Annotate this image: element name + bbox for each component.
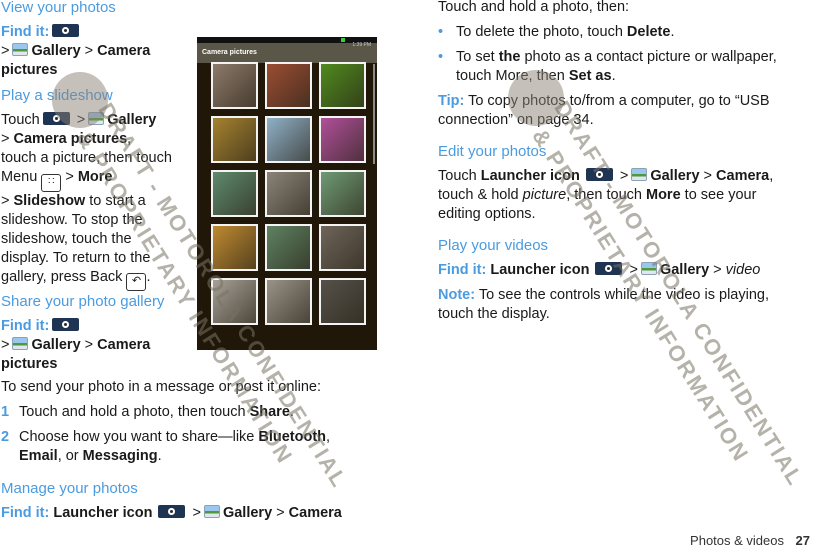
launcher-icon xyxy=(585,168,613,181)
find-it-share: Find it: > Gallery > Camera pictures xyxy=(1,318,151,372)
find-it-manage: Find it: Launcher icon > Gallery > Camera xyxy=(1,505,342,521)
heading-videos: Play your videos xyxy=(438,237,549,254)
find-it-video: Find it: Launcher icon > Gallery > video xyxy=(438,262,761,278)
battery-icon xyxy=(341,38,345,42)
photo-thumbnail-bird-statue[interactable] xyxy=(265,170,312,217)
find-it-view: Find it: > Gallery > Camera pictures xyxy=(1,24,151,78)
gallery-icon xyxy=(640,262,657,275)
gallery-icon xyxy=(12,337,29,350)
launcher-icon xyxy=(158,505,186,518)
scrollbar[interactable] xyxy=(373,64,375,164)
launcher-icon xyxy=(595,262,623,275)
slideshow-instructions: Touch > Gallery > Camera pictures, touch … xyxy=(1,111,196,291)
gallery-icon xyxy=(203,505,220,518)
back-key-icon: ↶ xyxy=(126,273,147,291)
photo-thumbnail-museum[interactable] xyxy=(265,278,312,325)
footer-section-title: Photos & videos xyxy=(690,533,784,548)
manage-intro: Touch and hold a photo, then: xyxy=(438,0,630,15)
app-title-bar: Camera pictures xyxy=(197,43,377,63)
gallery-icon xyxy=(88,112,105,125)
page-number: 27 xyxy=(795,533,810,548)
launcher-icon xyxy=(52,318,80,331)
photo-thumbnail-lake[interactable] xyxy=(265,116,312,163)
bullet-set-as: • To set the photo as a contact picture o… xyxy=(438,49,777,84)
photo-thumbnail-dinosaur-sign[interactable] xyxy=(211,224,258,271)
share-intro: To send your photo in a message or post … xyxy=(1,379,321,395)
share-step-1: 1 Touch and hold a photo, then touch Shar… xyxy=(1,404,294,420)
photo-thumbnail-colorful-fabric[interactable] xyxy=(319,116,366,163)
note-text: Note: To see the controls while the vide… xyxy=(438,287,769,322)
share-step-2: 2 Choose how you want to share—like Bluet… xyxy=(1,429,331,464)
thumbnail-grid xyxy=(211,62,366,325)
photo-thumbnail-fish[interactable] xyxy=(211,170,258,217)
photo-thumbnail-horse[interactable] xyxy=(211,62,258,109)
phone-screenshot-camera-pictures: 1:39 PM Camera pictures xyxy=(197,37,377,350)
photo-thumbnail-brick-building[interactable] xyxy=(265,62,312,109)
heading-edit: Edit your photos xyxy=(438,143,547,160)
photo-thumbnail-city-skyline[interactable] xyxy=(211,278,258,325)
launcher-icon xyxy=(52,24,80,37)
photo-thumbnail-polar-bear[interactable] xyxy=(265,224,312,271)
edit-instructions: Touch Launcher icon > Gallery > Camera, t… xyxy=(438,168,774,222)
photo-thumbnail-school-bus[interactable] xyxy=(211,116,258,163)
bullet-icon: • xyxy=(438,49,444,65)
launcher-icon xyxy=(42,112,70,125)
gallery-icon xyxy=(12,43,29,56)
photo-thumbnail-coin[interactable] xyxy=(319,278,366,325)
heading-share: Share your photo gallery xyxy=(1,293,165,310)
photo-thumbnail-brown-bear[interactable] xyxy=(319,224,366,271)
heading-slideshow: Play a slideshow xyxy=(1,87,113,104)
menu-key-icon: ∷ xyxy=(41,174,62,192)
gallery-icon xyxy=(631,168,648,181)
tip-text: Tip: To copy photos to/from a computer, … xyxy=(438,93,770,128)
photo-thumbnail-green-dinosaur[interactable] xyxy=(319,62,366,109)
photo-thumbnail-mosaic-sculpture[interactable] xyxy=(319,170,366,217)
bullet-delete: • To delete the photo, touch Delete. xyxy=(438,24,675,40)
heading-view-photos: View your photos xyxy=(1,0,116,16)
bullet-icon: • xyxy=(438,24,444,40)
heading-manage: Manage your photos xyxy=(1,480,138,497)
